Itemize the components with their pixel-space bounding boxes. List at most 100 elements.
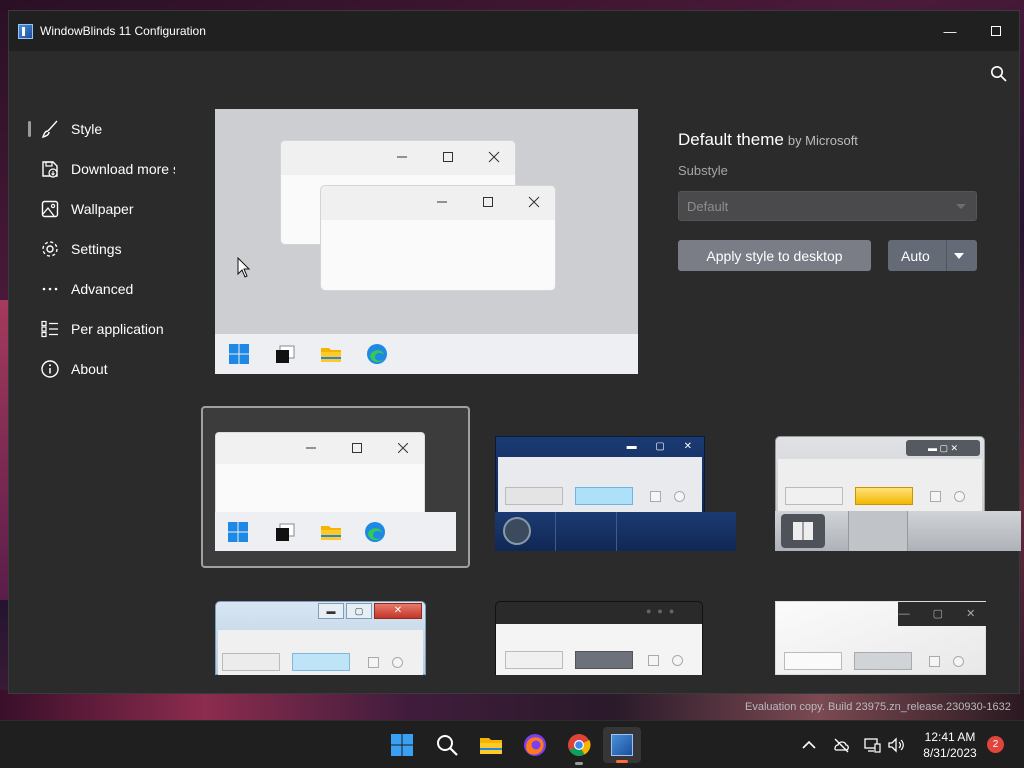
thumb-checkbox: [650, 491, 661, 502]
substyle-dropdown[interactable]: Default: [678, 191, 977, 221]
thumb-radio: [674, 491, 685, 502]
thumb-radio: [954, 491, 965, 502]
thumb-window: [215, 432, 425, 522]
chevron-down-icon: [956, 204, 966, 209]
thumbnail-classic-theme[interactable]: ▬ ▢ ✕: [215, 601, 426, 675]
thumbnail-dark-theme[interactable]: ●●●: [495, 601, 703, 675]
system-clock[interactable]: 12:41 AM 8/31/2023: [917, 729, 983, 761]
chrome-icon[interactable]: [567, 733, 591, 757]
thumb-window: ▬ ▢ ✕: [215, 601, 426, 675]
auto-split-button[interactable]: Auto: [888, 240, 977, 271]
split-divider: [946, 240, 947, 271]
maximize-icon: ▢: [346, 603, 372, 619]
sidebar-item-label: Download more s: [71, 161, 175, 177]
thumb-taskbar-slot: [555, 512, 617, 551]
thumb-button: [505, 487, 563, 505]
preview-taskbar: [215, 334, 638, 374]
sidebar-item-about[interactable]: About: [27, 349, 197, 389]
evaluation-watermark: Evaluation copy. Build 23975.zn_release.…: [745, 701, 1011, 713]
brush-icon: [39, 118, 61, 140]
maximize-icon: [352, 443, 362, 453]
clock-date: 8/31/2023: [923, 746, 977, 760]
active-indicator: [616, 760, 628, 763]
theme-author: by Microsoft: [787, 133, 858, 148]
windows-orb-icon: [503, 517, 531, 545]
windows-flag-icon: [793, 522, 813, 540]
thumb-taskbar: [495, 512, 736, 551]
theme-title: Default theme by Microsoft: [678, 130, 858, 150]
cloud-offline-icon[interactable]: [832, 736, 850, 754]
sidebar-item-label: Per application: [71, 321, 164, 337]
thumb-checkbox: [930, 491, 941, 502]
sidebar-item-label: Settings: [71, 241, 122, 257]
title-bar[interactable]: WindowBlinds 11 Configuration —: [9, 11, 1019, 51]
maximize-icon: [991, 26, 1001, 36]
config-window: WindowBlinds 11 Configuration — Style Do…: [8, 10, 1021, 694]
gear-icon: [39, 238, 61, 260]
clock-time: 12:41 AM: [924, 730, 976, 744]
search-icon[interactable]: [990, 65, 1008, 83]
preview-window-front: [320, 185, 556, 291]
minimize-icon: [306, 447, 316, 449]
chevron-up-icon[interactable]: [800, 736, 818, 754]
style-preview: [215, 109, 638, 374]
edge-browser-icon: [365, 522, 385, 542]
list-icon: [39, 318, 61, 340]
apply-style-button[interactable]: Apply style to desktop: [678, 240, 871, 271]
network-icon[interactable]: [863, 736, 881, 754]
chevron-down-icon[interactable]: [954, 253, 964, 259]
windows-start-icon: [229, 344, 249, 364]
thumb-caption-buttons: ●●●: [646, 606, 681, 616]
sidebar-item-advanced[interactable]: Advanced: [27, 269, 197, 309]
close-icon: ✕: [374, 603, 422, 619]
thumb-radio: [392, 657, 403, 668]
thumb-button: [222, 653, 280, 671]
minimize-button[interactable]: —: [927, 11, 973, 51]
auto-button-label: Auto: [901, 247, 930, 264]
sidebar-item-download[interactable]: Download more s: [27, 149, 197, 189]
folder-icon[interactable]: [479, 733, 503, 757]
thumb-button: [575, 651, 633, 669]
thumb-window-body: [496, 624, 702, 675]
sidebar-item-per-application[interactable]: Per application: [27, 309, 197, 349]
thumb-checkbox: [648, 655, 659, 666]
running-indicator: [575, 762, 583, 765]
notification-badge[interactable]: 2: [987, 736, 1004, 753]
sidebar-item-settings[interactable]: Settings: [27, 229, 197, 269]
sidebar-item-wallpaper[interactable]: Wallpaper: [27, 189, 197, 229]
thumb-button: [505, 651, 563, 669]
folder-icon: [321, 526, 341, 540]
mouse-cursor-icon: [237, 257, 251, 278]
thumb-button: [784, 652, 842, 670]
substyle-value: Default: [687, 198, 729, 214]
minimize-icon: ▬: [318, 603, 344, 619]
windows-start-icon: [228, 522, 248, 542]
thumb-radio: [672, 655, 683, 666]
maximize-button[interactable]: [973, 11, 1019, 51]
thumb-taskbar: [215, 512, 456, 551]
thumb-caption-buttons: ▬ ▢ ✕: [626, 441, 700, 452]
search-icon[interactable]: [435, 733, 459, 757]
thumb-button: [292, 653, 350, 671]
window-title: WindowBlinds 11 Configuration: [40, 24, 206, 38]
thumbnail-silver-theme[interactable]: ▬ ▢ ✕: [775, 436, 1021, 551]
sidebar-item-label: Advanced: [71, 281, 134, 297]
thumb-button: [575, 487, 633, 505]
close-icon: [488, 151, 500, 163]
thumb-window: ●●●: [495, 601, 703, 675]
thumb-caption-buttons: ▬ ▢ ✕: [906, 440, 980, 456]
folder-icon: [321, 348, 341, 362]
taskbar-active-app[interactable]: [603, 727, 641, 763]
windowblinds-app-icon: [18, 23, 33, 39]
windows-start-icon[interactable]: [390, 733, 414, 757]
volume-icon[interactable]: [887, 736, 905, 754]
firefox-icon[interactable]: [523, 733, 547, 757]
thumb-button: [785, 487, 843, 505]
thumbnail-light-theme[interactable]: — ▢ ✕: [775, 601, 986, 675]
thumbnail-default[interactable]: [215, 432, 456, 551]
thumb-radio: [953, 656, 964, 667]
sidebar-item-style[interactable]: Style: [27, 109, 197, 149]
download-icon: [39, 158, 61, 180]
thumb-taskbar-slot: [848, 511, 908, 551]
thumbnail-blue-theme[interactable]: ▬ ▢ ✕: [495, 436, 736, 551]
